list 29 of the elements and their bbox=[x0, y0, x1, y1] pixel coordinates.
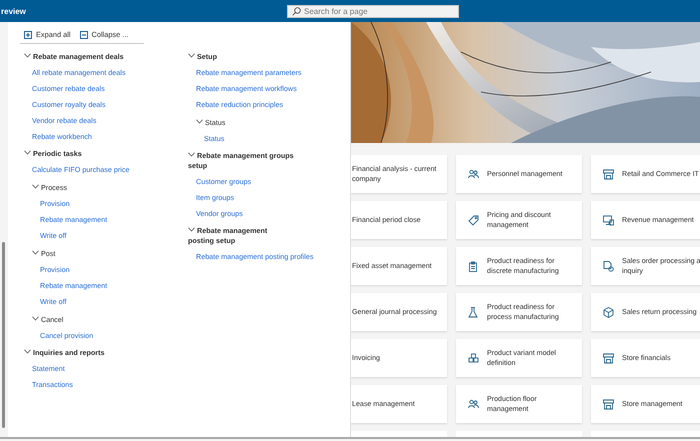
store-icon bbox=[603, 398, 614, 410]
chevron-icon bbox=[24, 349, 31, 354]
chevron-icon bbox=[196, 119, 203, 124]
cubes-icon bbox=[468, 352, 479, 364]
box-icon bbox=[603, 306, 614, 318]
store-icon bbox=[603, 352, 614, 364]
people-icon bbox=[468, 168, 479, 180]
chevron-icon bbox=[188, 53, 195, 58]
document-icon bbox=[603, 260, 614, 272]
search-icon bbox=[292, 6, 301, 16]
chevron-icon bbox=[188, 227, 195, 232]
chevron-icon bbox=[32, 184, 39, 189]
chevron-icon bbox=[24, 150, 31, 155]
tag-icon bbox=[468, 214, 479, 226]
expand-icon bbox=[24, 30, 32, 38]
app-title: review bbox=[0, 6, 26, 16]
chevron-icon bbox=[188, 152, 195, 157]
collapse-icon bbox=[80, 30, 88, 38]
scrollbar[interactable] bbox=[2, 242, 5, 428]
clipboard-icon bbox=[468, 260, 479, 272]
search-input[interactable]: Search for a page bbox=[304, 6, 444, 16]
chevron-icon bbox=[32, 316, 39, 321]
search-field[interactable]: Search for a page bbox=[287, 4, 459, 18]
chevron-icon bbox=[24, 53, 31, 58]
chevron-icon bbox=[32, 250, 39, 255]
flask-icon bbox=[468, 306, 479, 318]
people-icon bbox=[468, 398, 479, 410]
monitor-icon bbox=[603, 214, 614, 226]
store-icon bbox=[603, 168, 614, 180]
